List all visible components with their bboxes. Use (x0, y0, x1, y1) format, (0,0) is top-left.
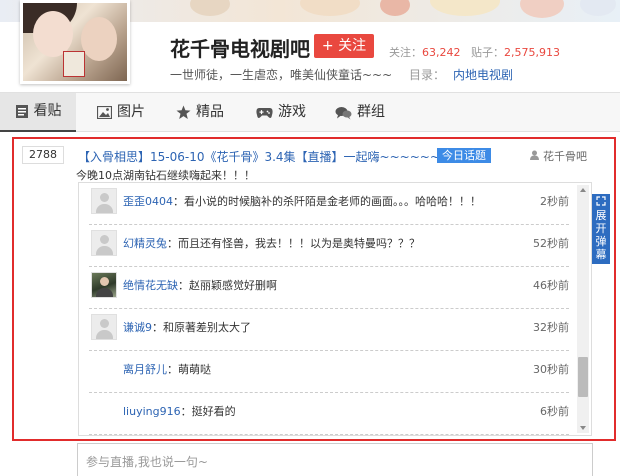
scrollbar-thumb[interactable] (578, 356, 588, 397)
comment-body: 萌萌哒 (178, 363, 211, 376)
user-avatar[interactable] (91, 188, 117, 214)
side-tab-char: 幕 (595, 248, 607, 261)
comment-time: 6秒前 (540, 405, 569, 418)
comment-text: 歪歪0404：看小说的时候脑补的杀阡陌是金老师的画面。。。哈哈哈！！！ (123, 195, 481, 208)
today-topic-badge: 今日话题 (437, 148, 491, 163)
comment-text: 幻精灵兔：而且还有怪兽，我去！！！以为是奥特曼吗？？？ (123, 237, 420, 250)
side-tab-char: 展 (595, 209, 607, 222)
comment-item: liuying916：挺好看的 6秒前 (89, 393, 569, 435)
tab-label: 精品 (196, 104, 224, 120)
forum-catalog: 目录： 内地电视剧 (409, 66, 513, 83)
comment-user[interactable]: 谦诚9 (123, 321, 152, 334)
forum-avatar[interactable] (20, 0, 130, 84)
comment-user[interactable]: 离月舒儿 (123, 363, 167, 376)
tab-featured[interactable]: 精品 (176, 93, 224, 132)
comment-user[interactable]: 绝情花无缺 (123, 279, 178, 292)
comment-body: 看小说的时候脑补的杀阡陌是金老师的画面。。。哈哈哈！！！ (184, 195, 481, 208)
side-tab-char: 开 (595, 222, 607, 235)
comment-text: 谦诚9：和原著差别太大了 (123, 321, 251, 334)
author-name: 花千骨吧 (543, 150, 587, 163)
follow-count: 63,242 (422, 46, 461, 59)
comment-item: 绝情花无缺：赵丽颖感觉好删啊 46秒前 (89, 267, 569, 309)
comment-item: 离月舒儿：萌萌哒 30秒前 (89, 351, 569, 393)
forum-page: 花千骨电视剧吧 + 关注 关注：63,242 贴子：2,575,913 一世师徒… (0, 0, 620, 476)
live-comment-list[interactable]: 歪歪0404：看小说的时候脑补的杀阡陌是金老师的画面。。。哈哈哈！！！ 2秒前 … (78, 182, 592, 436)
comment-scrollbar[interactable] (577, 185, 589, 433)
thread-subtitle: 今晚10点湖南钻石继续嗨起来！！！ (76, 169, 255, 182)
comment-text: liuying916：挺好看的 (123, 405, 236, 418)
gamepad-icon (256, 107, 273, 119)
scroll-down-arrow-icon[interactable] (580, 426, 586, 430)
comment-user[interactable]: liuying916 (123, 405, 181, 418)
tab-games[interactable]: 游戏 (256, 93, 306, 132)
thread-author[interactable]: 花千骨吧 (530, 148, 587, 164)
tab-groups[interactable]: 群组 (335, 93, 385, 132)
comment-time: 2秒前 (540, 195, 569, 208)
user-icon (530, 150, 539, 163)
expand-danmaku-tab[interactable]: 展 开 弹 幕 (592, 194, 610, 264)
comment-body: 挺好看的 (191, 405, 236, 418)
reply-input[interactable]: 参与直播,我也说一句~ (77, 443, 593, 476)
comment-time: 32秒前 (533, 321, 569, 334)
comment-text: 离月舒儿：萌萌哒 (123, 363, 211, 376)
side-tab-char: 弹 (595, 235, 607, 248)
post-count: 2,575,913 (504, 46, 560, 59)
comment-body: 赵丽颖感觉好删啊 (189, 279, 277, 292)
star-icon (176, 105, 191, 120)
catalog-label: 目录： (409, 68, 446, 82)
forum-name[interactable]: 花千骨电视剧吧 (170, 33, 310, 62)
follow-count-label: 关注： (389, 46, 422, 59)
tab-label: 群组 (357, 104, 385, 120)
chat-bubbles-icon (335, 106, 352, 120)
comment-body: 和原著差别太大了 (163, 321, 251, 334)
image-icon (97, 106, 112, 119)
tab-posts[interactable]: 看贴 (0, 93, 76, 132)
forum-slogan: 一世师徒，一生虐恋，唯美仙侠童话~~~ (170, 68, 393, 82)
tab-label: 游戏 (278, 104, 306, 120)
scroll-up-arrow-icon[interactable] (580, 188, 586, 192)
forum-nav: 看贴 图片 精品 游戏 群组 (0, 92, 620, 132)
comment-time: 30秒前 (533, 363, 569, 376)
comment-body: 而且还有怪兽，我去！！！以为是奥特曼吗？？？ (178, 237, 420, 250)
user-avatar[interactable] (91, 314, 117, 340)
tab-images[interactable]: 图片 (97, 93, 145, 132)
comment-text: 绝情花无缺：赵丽颖感觉好删啊 (123, 279, 277, 292)
comment-item: 谦诚9：和原著差别太大了 32秒前 (89, 309, 569, 351)
comment-item: 幻精灵兔：而且还有怪兽，我去！！！以为是奥特曼吗？？？ 52秒前 (89, 225, 569, 267)
comment-user[interactable]: 歪歪0404 (123, 195, 173, 208)
live-thread-box: 2788 【入骨相思】15-06-10《花千骨》3.4集【直播】一起嗨~~~~~… (12, 137, 616, 441)
comment-item: 歪歪0404：看小说的时候脑补的杀阡陌是金老师的画面。。。哈哈哈！！！ 2秒前 (89, 183, 569, 225)
document-icon (15, 104, 29, 119)
forum-stats: 关注：63,242 贴子：2,575,913 (389, 44, 560, 60)
tab-label: 看贴 (33, 103, 62, 119)
thread-title[interactable]: 【入骨相思】15-06-10《花千骨》3.4集【直播】一起嗨~~~~~~~~~~… (78, 148, 490, 165)
reply-count: 2788 (22, 146, 64, 164)
comment-user[interactable]: 幻精灵兔 (123, 237, 167, 250)
forum-header: 花千骨电视剧吧 + 关注 关注：63,242 贴子：2,575,913 一世师徒… (0, 0, 620, 92)
expand-icon (596, 196, 606, 209)
comment-time: 52秒前 (533, 237, 569, 250)
tab-label: 图片 (117, 104, 145, 120)
user-avatar[interactable] (91, 230, 117, 256)
user-avatar[interactable] (91, 272, 117, 298)
comment-time: 46秒前 (533, 279, 569, 292)
catalog-link[interactable]: 内地电视剧 (453, 68, 513, 82)
follow-button[interactable]: + 关注 (314, 34, 374, 58)
post-count-label: 贴子： (471, 46, 504, 59)
